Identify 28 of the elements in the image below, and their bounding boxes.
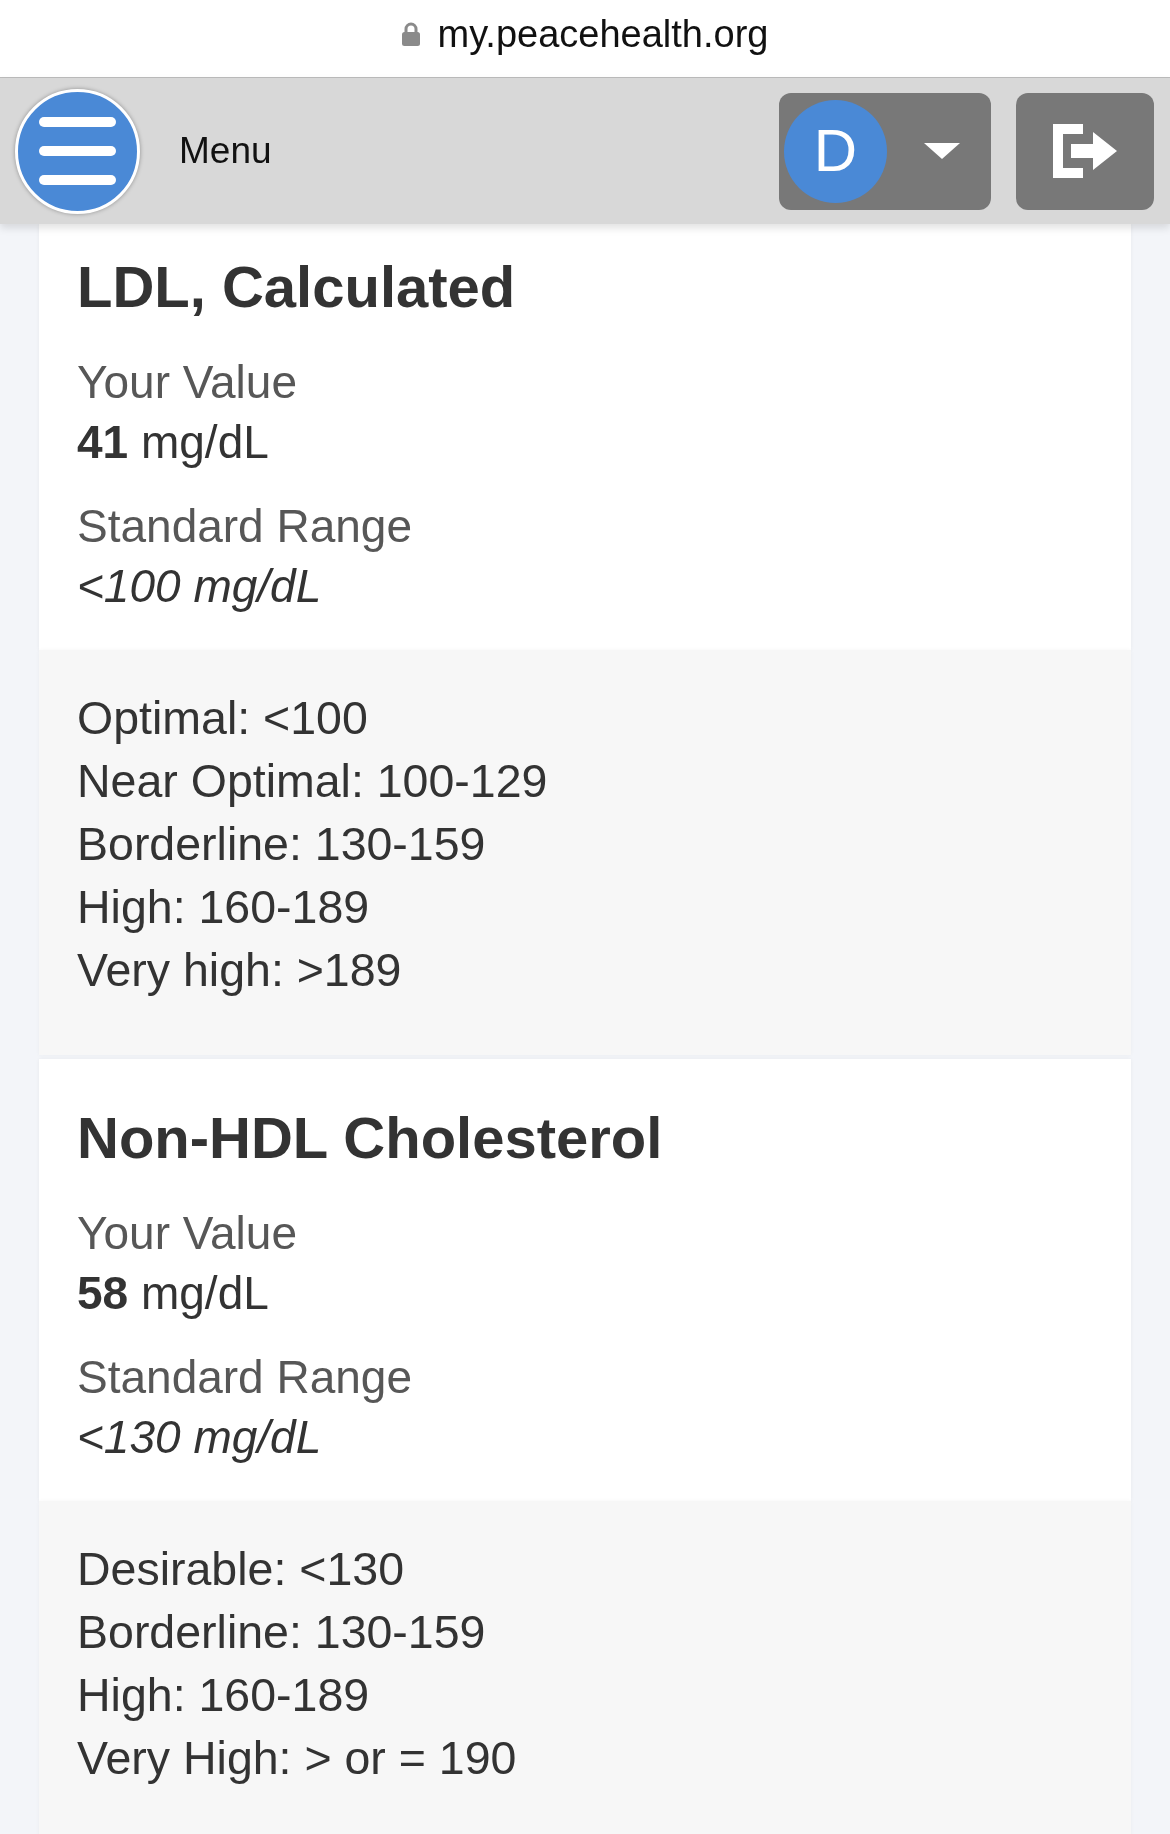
reference-line: Desirable: <130 <box>77 1542 405 1597</box>
range-label: Standard Range <box>77 499 414 554</box>
caret-icon <box>924 143 960 159</box>
reference-line: Very high: >189 <box>77 943 403 998</box>
range-label: Standard Range <box>77 1350 414 1405</box>
menu-label[interactable]: Menu <box>179 128 272 174</box>
logout-button[interactable] <box>1016 92 1154 210</box>
reference-line: Borderline: 130-159 <box>77 817 487 872</box>
range-value: <130 mg/dL <box>77 1410 323 1465</box>
menu-icon <box>39 117 116 185</box>
value-label: Your Value <box>77 355 298 410</box>
url-text[interactable]: my.peacehealth.org <box>437 11 769 57</box>
reference-line: Very High: > or = 190 <box>77 1731 518 1786</box>
value-label: Your Value <box>77 1206 298 1261</box>
result-title: Non-HDL Cholesterol <box>77 1105 664 1171</box>
reference-line: High: 160-189 <box>77 1668 371 1723</box>
reference-line: High: 160-189 <box>77 880 371 935</box>
value-text: 41 mg/dL <box>77 415 270 470</box>
user-avatar: D <box>784 99 887 203</box>
reference-line: Near Optimal: 100-129 <box>77 754 549 809</box>
result-title: LDL, Calculated <box>77 254 517 320</box>
reference-line: Optimal: <100 <box>77 691 369 746</box>
reference-line: Borderline: 130-159 <box>77 1605 487 1660</box>
lock-icon <box>401 22 420 46</box>
value-text: 58 mg/dL <box>77 1266 270 1321</box>
range-value: <100 mg/dL <box>77 559 323 614</box>
logout-icon <box>1053 124 1117 178</box>
user-menu-button[interactable]: D <box>779 92 991 210</box>
